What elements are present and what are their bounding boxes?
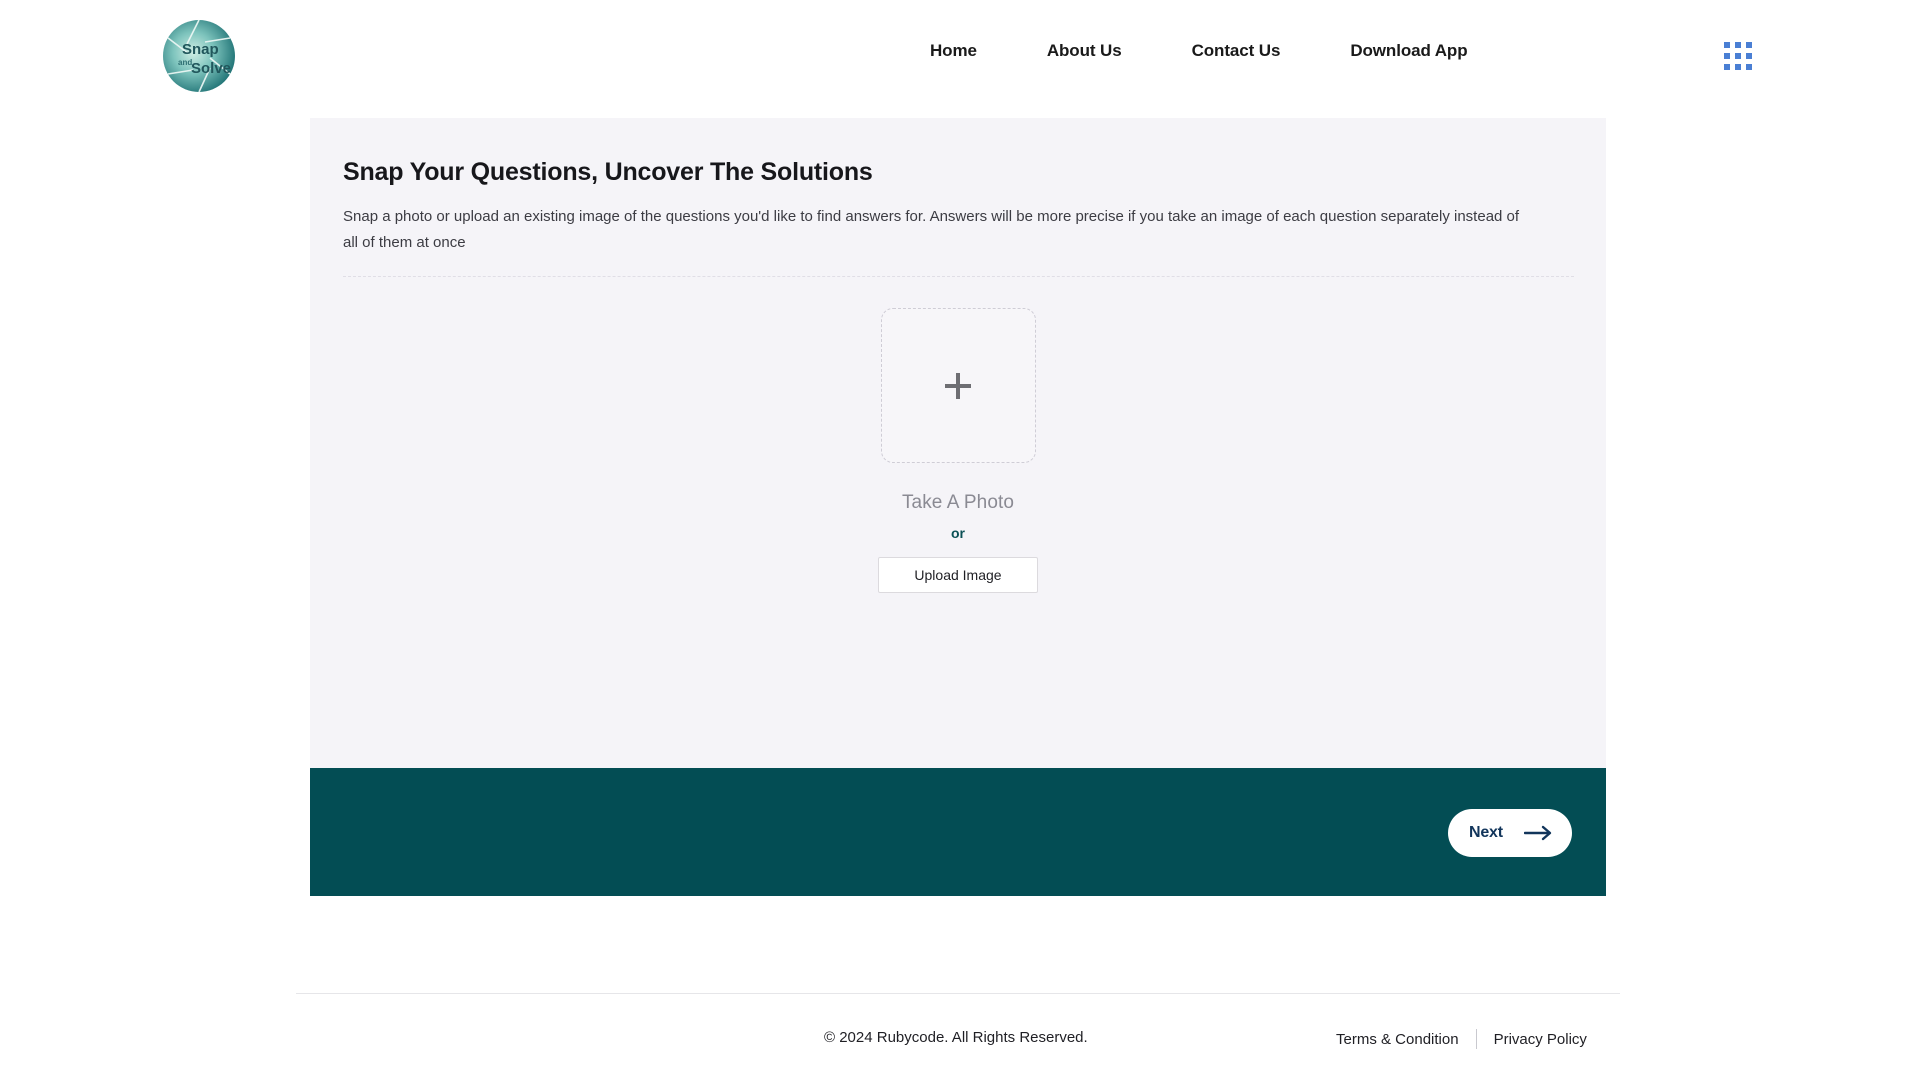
footer-link-privacy[interactable]: Privacy Policy bbox=[1494, 1031, 1587, 1048]
nav-item-download-app[interactable]: Download App bbox=[1350, 41, 1467, 61]
site-footer: © 2024 Rubycode. All Rights Reserved. Te… bbox=[0, 1020, 1920, 1060]
footer-link-separator bbox=[1475, 1029, 1477, 1049]
logo[interactable]: Snap and Solve bbox=[160, 17, 238, 95]
site-header: Snap and Solve Home About Us Contact Us … bbox=[0, 0, 1920, 118]
photo-dropzone[interactable] bbox=[880, 308, 1036, 463]
upload-image-button[interactable]: Upload Image bbox=[878, 557, 1038, 593]
nav-item-home[interactable]: Home bbox=[930, 41, 977, 61]
grid-dot bbox=[1724, 53, 1730, 59]
grid-dot bbox=[1724, 64, 1730, 70]
svg-text:Snap: Snap bbox=[182, 41, 219, 58]
or-label: or bbox=[951, 525, 965, 541]
nav-item-contact-us[interactable]: Contact Us bbox=[1192, 41, 1281, 61]
next-button[interactable]: Next bbox=[1448, 809, 1572, 857]
arrow-right-icon bbox=[1524, 825, 1552, 841]
footer-link-terms[interactable]: Terms & Condition bbox=[1336, 1031, 1459, 1048]
footer-divider bbox=[296, 993, 1620, 994]
grid-dot bbox=[1735, 64, 1741, 70]
content-card: Snap Your Questions, Uncover The Solutio… bbox=[310, 118, 1606, 768]
grid-dot bbox=[1746, 64, 1752, 70]
grid-dot bbox=[1735, 42, 1741, 48]
page-root: Snap and Solve Home About Us Contact Us … bbox=[0, 0, 1920, 1080]
plus-icon bbox=[945, 372, 971, 399]
take-photo-label: Take A Photo bbox=[901, 492, 1015, 513]
snap-and-solve-aperture-logo: Snap and Solve bbox=[163, 19, 235, 93]
next-button-label: Next bbox=[1469, 824, 1503, 841]
grid-dot bbox=[1746, 42, 1752, 48]
grid-apps-icon[interactable] bbox=[1724, 42, 1752, 70]
page-title: Snap Your Questions, Uncover The Solutio… bbox=[343, 158, 873, 186]
grid-dot bbox=[1746, 53, 1752, 59]
svg-text:Solve: Solve bbox=[191, 60, 231, 77]
action-bar: Next bbox=[310, 768, 1606, 896]
section-divider bbox=[343, 276, 1574, 277]
copyright-text: © 2024 Rubycode. All Rights Reserved. bbox=[824, 1029, 1088, 1046]
grid-dot bbox=[1735, 53, 1741, 59]
main-nav: Home About Us Contact Us Download App bbox=[930, 41, 1468, 61]
page-description: Snap a photo or upload an existing image… bbox=[343, 208, 1520, 251]
upload-area: Take A Photo or Upload Image bbox=[310, 308, 1606, 593]
nav-item-about-us[interactable]: About Us bbox=[1047, 41, 1122, 61]
footer-links: Terms & Condition Privacy Policy bbox=[1336, 1029, 1587, 1049]
grid-dot bbox=[1724, 42, 1730, 48]
